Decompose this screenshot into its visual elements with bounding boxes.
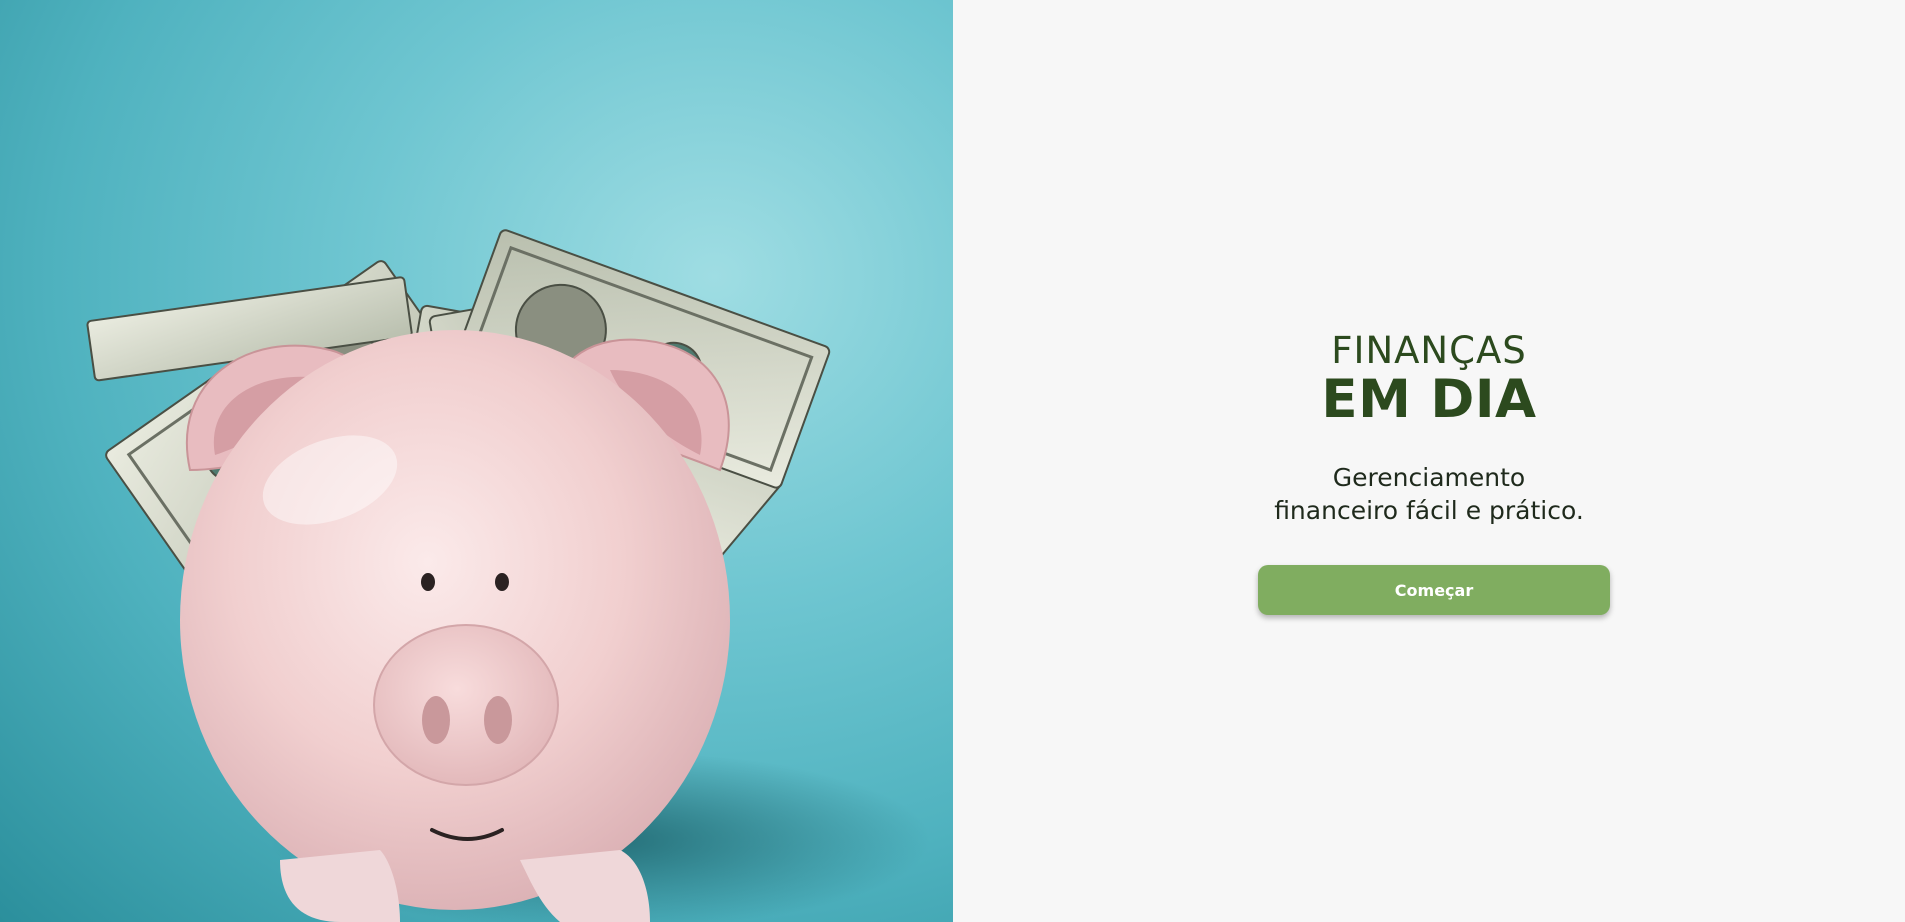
hero-image xyxy=(0,0,953,922)
start-button[interactable]: Começar xyxy=(1258,565,1610,615)
tagline-line2: financeiro fácil e prático. xyxy=(1274,496,1584,525)
brand-title-line1: FINANÇAS xyxy=(1331,329,1527,372)
tagline: Gerenciamento financeiro fácil e prático… xyxy=(953,461,1905,527)
content-panel: FINANÇAS EM DIA Gerenciamento financeiro… xyxy=(953,0,1905,922)
tagline-line1: Gerenciamento xyxy=(1332,463,1526,492)
brand-logo: FINANÇAS EM DIA xyxy=(953,330,1905,428)
piggy-bank-illustration xyxy=(86,229,930,922)
landing-page: FINANÇAS EM DIA Gerenciamento financeiro… xyxy=(0,0,1905,922)
brand-title-line2: EM DIA xyxy=(1321,369,1537,430)
